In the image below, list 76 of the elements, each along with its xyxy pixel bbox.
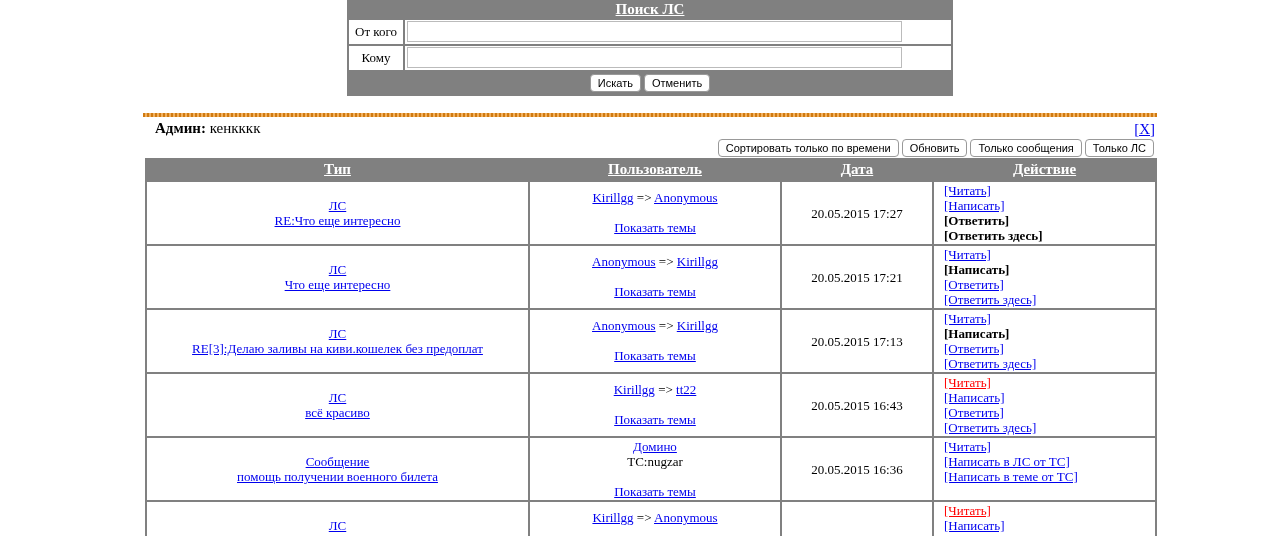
show-topics-link[interactable]: Показать темы [614,348,696,363]
subject-link[interactable]: RE[3]:Делаю заливы на киви.кошелек без предоплат [192,341,483,356]
action-link[interactable]: [Читать] [944,311,991,326]
close-link[interactable]: [X] [1134,116,1155,140]
type-link[interactable]: ЛС [328,518,347,533]
column-header-link[interactable]: Дата [840,160,874,177]
date-cell: 20.05.2015 17:21 [781,245,933,309]
type-link[interactable]: ЛС [328,262,347,277]
user-link[interactable]: Anonymous [654,190,718,205]
show-topics-link[interactable]: Показать темы [614,220,696,235]
action-link[interactable]: [Ответить] [944,341,1004,356]
action-link[interactable]: [Написать в ЛС от ТС] [944,454,1070,469]
input-field[interactable] [407,21,902,42]
arrow-text: => [657,382,674,397]
show-topics-link[interactable]: Показать темы [614,284,696,299]
arrow-text: => [657,254,675,269]
action-link[interactable]: [Ответить здесь] [944,292,1037,307]
action-link[interactable]: [Читать] [944,503,991,518]
action-link[interactable]: [Написать] [944,518,1005,533]
column-header-link[interactable]: Тип [324,160,351,177]
user-link[interactable]: Kirillgg [592,190,634,205]
arrow-text: => [635,190,653,205]
action-link[interactable]: [Читать] [944,439,991,454]
user-link[interactable]: Домино [633,439,677,454]
show-topics-link[interactable]: Показать темы [614,484,696,499]
user-link[interactable]: Kirillgg [676,318,718,333]
action-link[interactable]: [Читать] [944,183,991,198]
search-button[interactable]: Искать [589,73,641,92]
author-text: TC:nugzar [626,454,684,469]
type-link[interactable]: ЛС [328,326,347,341]
action-link[interactable]: [Написать в теме от ТС] [944,469,1078,484]
action-link[interactable]: [Ответить] [944,405,1004,420]
action-text: [Ответить здесь] [944,228,1043,243]
user-link[interactable]: tt22 [676,382,697,397]
user-link[interactable]: Kirillgg [592,510,634,525]
action-link[interactable]: [Ответить здесь] [944,356,1037,371]
subject-link[interactable]: помощь получении военного билета [237,469,438,484]
action-text: [Написать] [944,262,1010,277]
subject-link[interactable]: RE:Что еще интересно [274,213,401,228]
toolbar-button[interactable]: Обновить [901,139,968,157]
action-text: [Ответить] [944,213,1010,228]
action-link[interactable]: [Ответить] [944,277,1004,292]
action-text: [Написать] [944,326,1010,341]
user-link[interactable]: Anonymous [592,254,656,269]
input-field[interactable] [407,47,902,68]
action-link[interactable]: [Читать] [944,247,991,262]
search-button[interactable]: Отменить [643,73,711,92]
arrow-text: => [635,510,653,525]
show-topics-link[interactable]: Показать темы [614,412,696,427]
user-link[interactable]: Kirillgg [613,382,655,397]
date-cell: 20.05.2015 16:36 [781,437,933,501]
column-header-link[interactable]: Пользователь [608,160,702,177]
user-link[interactable]: Anonymous [654,510,718,525]
action-link[interactable]: [Ответить здесь] [944,420,1037,435]
user-link[interactable]: Kirillgg [676,254,718,269]
date-cell: 20.05.2015 17:27 [781,181,933,245]
type-link[interactable]: Сообщение [305,454,370,469]
action-link[interactable]: [Написать] [944,198,1005,213]
admin-text: Админ: кенкккк [154,118,261,138]
action-link[interactable]: [Читать] [944,375,991,390]
field-label: От кого [349,19,403,44]
column-header-link[interactable]: Действие [1012,160,1077,177]
date-cell: 20.05.2015 16:43 [781,373,933,437]
subject-link[interactable]: Что еще интересно [284,277,391,292]
arrow-text: => [657,318,675,333]
action-link[interactable]: [Написать] [944,390,1005,405]
type-link[interactable]: ЛС [328,390,347,405]
subject-link[interactable]: всё красиво [305,405,370,420]
date-cell: 20.05.2015 17:13 [781,309,933,373]
search-title-link[interactable]: Поиск ЛС [615,1,685,17]
type-link[interactable]: ЛС [328,198,347,213]
toolbar-button[interactable]: Сортировать только по времени [717,139,899,157]
toolbar-button[interactable]: Только сообщения [970,139,1082,157]
toolbar-button[interactable]: Только ЛС [1084,139,1154,157]
field-label: Кому [349,45,403,70]
user-link[interactable]: Anonymous [592,318,656,333]
